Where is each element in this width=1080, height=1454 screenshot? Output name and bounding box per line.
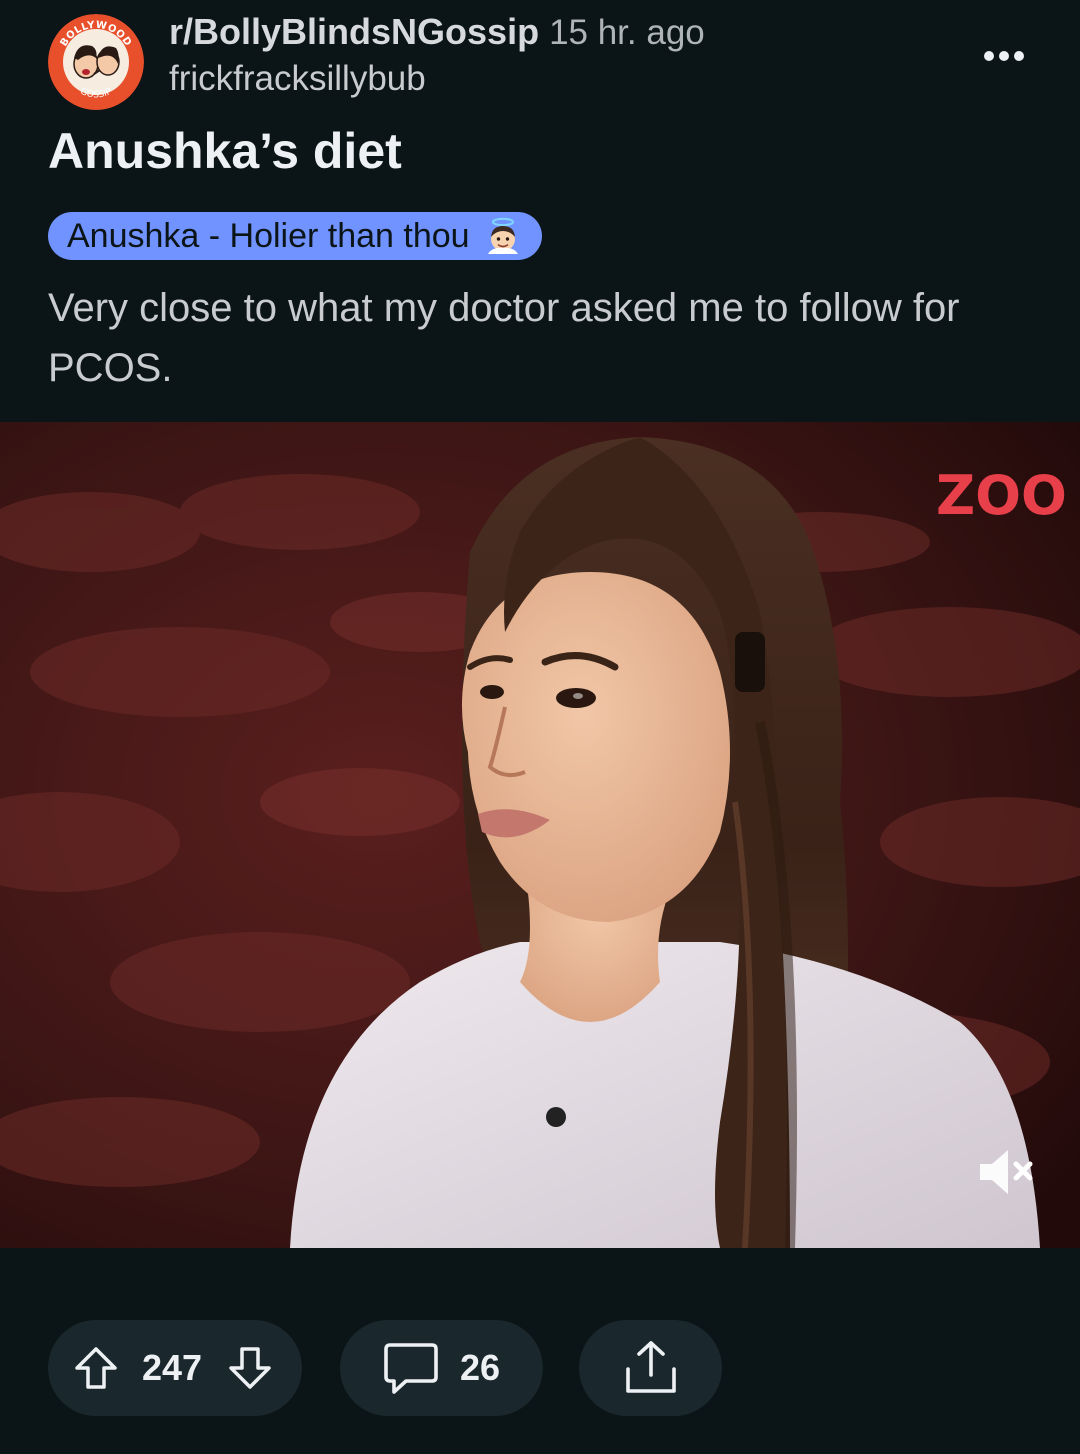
post-flair[interactable]: Anushka - Holier than thou	[48, 212, 542, 260]
video-watermark: ZOO	[936, 464, 1067, 527]
more-horizontal-icon	[984, 51, 994, 61]
share-button[interactable]	[579, 1320, 722, 1416]
flair-label: Anushka - Holier than thou	[67, 216, 470, 255]
post-meta-line: r/BollyBlindsNGossip 15 hr. ago	[169, 10, 705, 54]
more-horizontal-icon-dot	[1014, 51, 1024, 61]
post-time: 15 hr. ago	[549, 13, 705, 52]
author-username[interactable]: frickfracksillybub	[169, 54, 705, 104]
video-frame: ZOO	[0, 422, 1080, 1248]
post-video[interactable]: ZOO	[0, 422, 1080, 1248]
post-meta: r/BollyBlindsNGossip 15 hr. ago frickfrac…	[169, 10, 705, 104]
post-header: BOLLYWOOD GOSSIP r/BollyBlindsNGossip 15 …	[48, 10, 1032, 110]
angel-face-icon	[487, 217, 518, 254]
more-horizontal-icon-dot	[999, 51, 1009, 61]
reddit-post-page: BOLLYWOOD GOSSIP r/BollyBlindsNGossip 15 …	[0, 0, 1080, 1454]
subreddit-avatar[interactable]: BOLLYWOOD GOSSIP	[48, 14, 144, 110]
comment-count: 26	[460, 1347, 501, 1388]
post-body-text: Very close to what my doctor asked me to…	[48, 286, 960, 390]
upvote-count: 247	[142, 1347, 203, 1388]
share-upload-icon	[625, 1341, 676, 1393]
comments-button[interactable]: 26	[340, 1320, 543, 1416]
more-options-button[interactable]	[976, 32, 1032, 80]
speech-bubble-icon	[384, 1343, 438, 1394]
post-title[interactable]: Anushka’s diet	[48, 118, 402, 184]
subreddit-name[interactable]: r/BollyBlindsNGossip	[169, 11, 539, 52]
speaker-muted-icon[interactable]	[976, 1140, 1040, 1204]
arrow-down-icon[interactable]	[226, 1344, 274, 1392]
arrow-up-icon[interactable]	[72, 1344, 120, 1392]
vote-control: 247	[48, 1320, 302, 1416]
